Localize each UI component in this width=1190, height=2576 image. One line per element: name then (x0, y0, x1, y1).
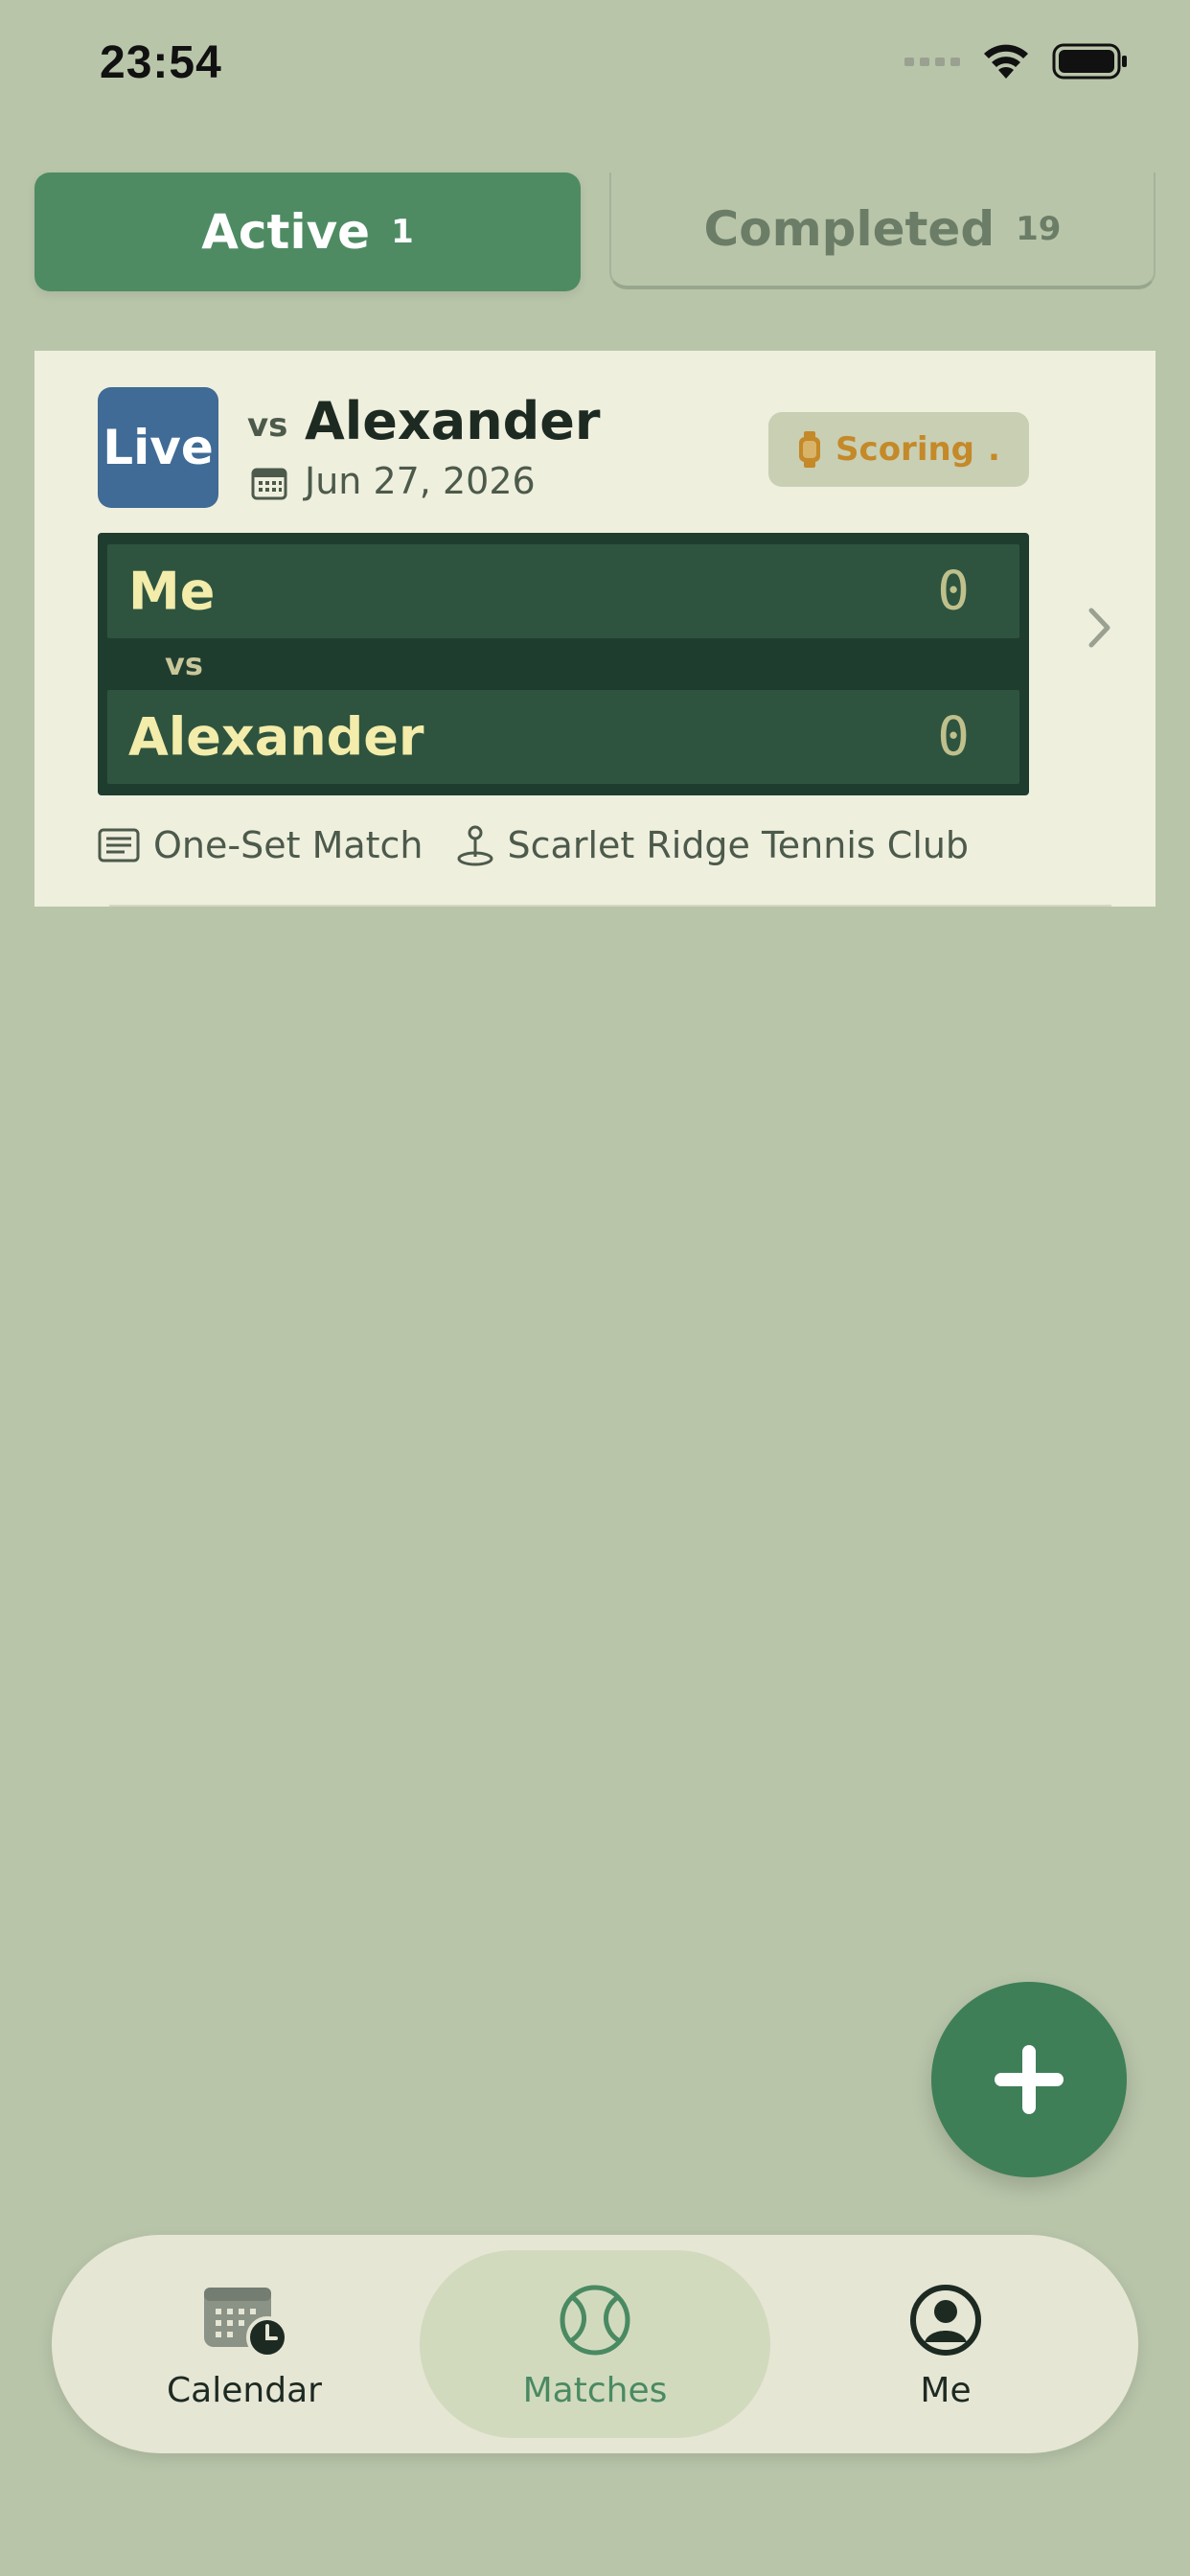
match-format: One-Set Match (98, 824, 423, 866)
player-score: 0 (937, 560, 970, 623)
status-time: 23:54 (100, 37, 222, 88)
match-venue: Scarlet Ridge Tennis Club (456, 824, 970, 866)
person-circle-icon (910, 2284, 981, 2356)
tab-active-count: 1 (391, 213, 414, 251)
tennis-ball-icon (560, 2285, 630, 2355)
card-divider (109, 905, 1111, 907)
live-status-badge: Live (98, 387, 218, 508)
battery-icon (1052, 43, 1127, 80)
nav-item-matches[interactable]: Matches (420, 2250, 770, 2438)
opponent-name: Alexander (305, 391, 601, 451)
opponent-player-name: Alexander (128, 706, 424, 768)
tab-active-label: Active (201, 204, 371, 260)
tab-active[interactable]: Active 1 (34, 172, 581, 291)
watch-icon (799, 431, 821, 468)
match-format-label: One-Set Match (153, 824, 423, 866)
scoring-label: Scoring (835, 430, 975, 469)
scoreboard: Me 0 vs Alexander 0 (98, 533, 1029, 795)
match-venue-label: Scarlet Ridge Tennis Club (507, 824, 970, 866)
match-card[interactable]: Live vs Alexander Jun 27, 2026 Scoring .… (34, 351, 1156, 907)
map-pin-icon (457, 825, 493, 866)
score-row-player: Me 0 (107, 544, 1019, 638)
cellular-signal-icon (904, 58, 960, 66)
tab-completed[interactable]: Completed 19 (609, 172, 1156, 289)
add-match-button[interactable] (931, 1982, 1127, 2177)
list-document-icon (98, 828, 140, 862)
scoreboard-vs: vs (165, 646, 203, 682)
nav-label-calendar: Calendar (167, 2370, 322, 2410)
nav-label-me: Me (920, 2370, 972, 2410)
bottom-nav: Calendar Matches Me (52, 2235, 1138, 2453)
player-name: Me (128, 561, 216, 622)
tab-completed-count: 19 (1016, 210, 1062, 248)
chevron-right-icon[interactable] (1087, 606, 1113, 650)
wifi-icon (984, 44, 1028, 79)
calendar-icon (251, 468, 287, 500)
status-icons (904, 42, 1129, 80)
match-meta-row: One-Set Match Scarlet Ridge Tennis Club (98, 824, 1001, 866)
nav-item-me[interactable]: Me (770, 2250, 1121, 2438)
nav-label-matches: Matches (522, 2370, 668, 2410)
plus-icon (995, 2045, 1064, 2114)
score-row-opponent: Alexander 0 (107, 690, 1019, 784)
tab-completed-label: Completed (703, 201, 995, 257)
calendar-clock-icon (204, 2287, 288, 2358)
scoring-status-badge: Scoring . (768, 412, 1029, 487)
nav-item-calendar[interactable]: Calendar (69, 2250, 420, 2438)
opponent-score: 0 (937, 705, 970, 769)
scoring-indicator: . (988, 430, 1000, 469)
match-date: Jun 27, 2026 (305, 460, 536, 502)
vs-prefix: vs (247, 406, 288, 445)
